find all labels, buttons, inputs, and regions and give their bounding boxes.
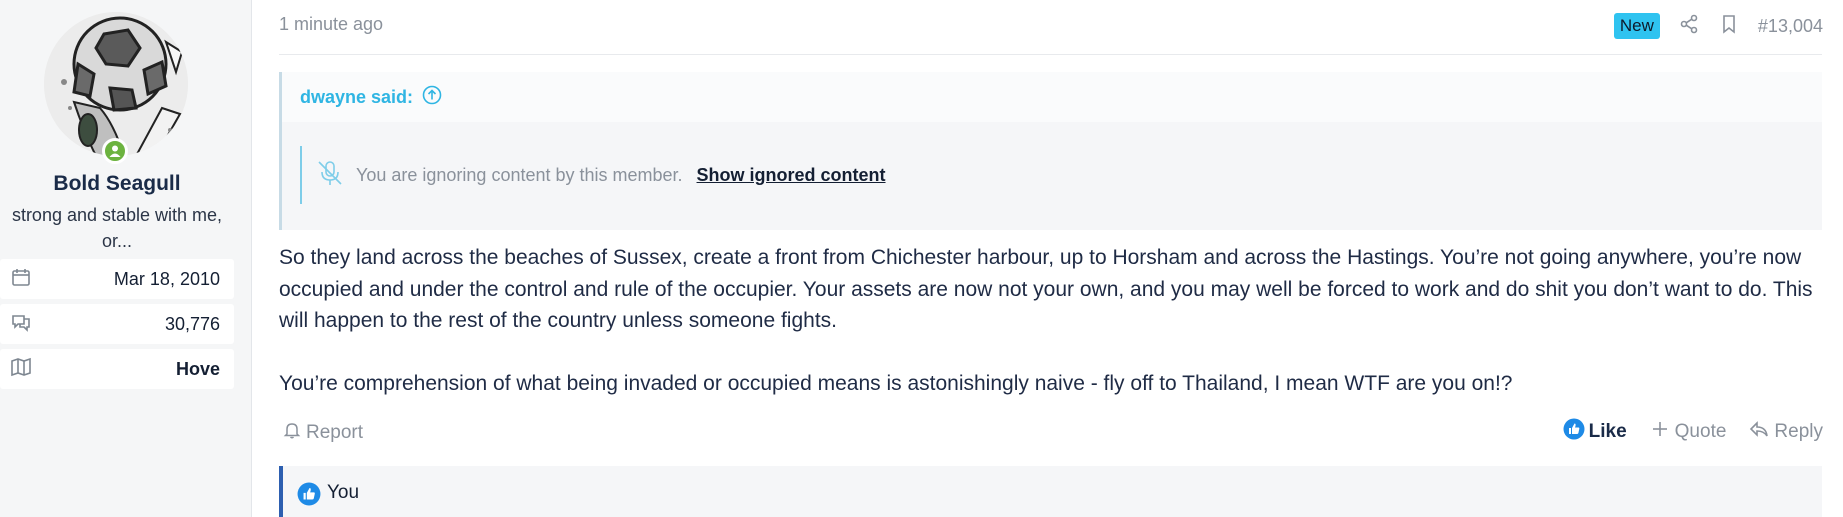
ignored-content-notice: You are ignoring content by this member.… (300, 146, 886, 204)
show-ignored-content-link[interactable]: Show ignored content (697, 165, 886, 186)
quote-button[interactable]: Quote (1649, 418, 1727, 446)
reply-button[interactable]: Reply (1748, 418, 1823, 446)
map-icon (10, 356, 32, 383)
report-button[interactable]: Report (282, 420, 363, 446)
online-status-icon (102, 138, 128, 164)
user-title: strong and stable with me, or... (11, 205, 223, 251)
calendar-icon (10, 266, 32, 293)
stat-joined-value: Mar 18, 2010 (113, 268, 220, 289)
stat-messages-value: 30,776 (164, 313, 220, 334)
reactions-label[interactable]: You (327, 482, 359, 504)
reply-label: Reply (1774, 421, 1823, 442)
post-number-link[interactable]: #13,004 (1758, 16, 1823, 37)
post-paragraph: So they land across the beaches of Susse… (279, 246, 1813, 332)
quote-header[interactable]: dwayne said: (282, 72, 1822, 122)
arrow-up-circle-icon[interactable] (421, 84, 443, 111)
new-badge: New (1613, 13, 1660, 39)
like-button[interactable]: Like (1563, 418, 1627, 446)
reply-arrow-icon (1748, 418, 1770, 446)
report-label: Report (306, 422, 364, 443)
user-avatar[interactable] (44, 12, 188, 156)
header-divider (279, 54, 1822, 55)
messages-icon (10, 311, 32, 338)
microphone-slash-icon (314, 157, 346, 194)
stat-messages: 30,776 (0, 304, 234, 344)
football-avatar-image (44, 12, 188, 156)
stat-location-value[interactable]: Hove (176, 359, 220, 380)
plus-icon (1649, 418, 1671, 446)
post-header-actions: New #13,004 (1613, 10, 1823, 42)
username[interactable]: Bold Seagull (0, 172, 234, 196)
ignored-content-text: You are ignoring content by this member. (356, 164, 683, 185)
bell-icon (282, 420, 302, 446)
post-timestamp[interactable]: 1 minute ago (279, 14, 383, 35)
post-paragraph: You’re comprehension of what being invad… (279, 371, 1513, 395)
stat-location: Hove (0, 349, 234, 389)
share-icon[interactable] (1678, 13, 1700, 40)
stat-joined: Mar 18, 2010 (0, 259, 234, 299)
user-sidebar: Bold Seagull strong and stable with me, … (0, 0, 252, 517)
bookmark-icon[interactable] (1718, 13, 1740, 40)
thumbs-up-icon (297, 482, 321, 512)
post-actions: Like Quote Reply (1563, 418, 1823, 446)
quote-block: dwayne said: You are ignoring content by… (279, 72, 1822, 230)
quote-label: Quote (1674, 421, 1727, 442)
quote-author[interactable]: dwayne said: (300, 87, 413, 108)
thumbs-up-icon (1563, 418, 1585, 446)
reactions-bar[interactable]: You (279, 466, 1822, 517)
like-label: Like (1588, 421, 1627, 442)
post-body: So they land across the beaches of Susse… (279, 242, 1839, 399)
